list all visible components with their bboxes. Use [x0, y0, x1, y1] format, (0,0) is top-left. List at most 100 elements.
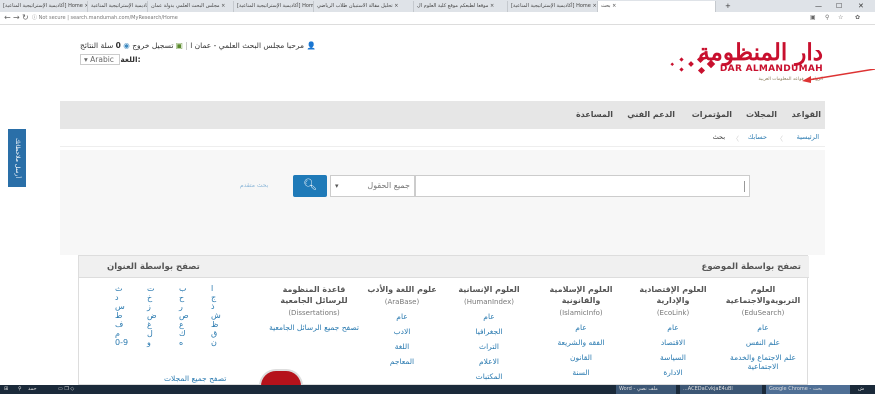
text-cursor	[744, 181, 745, 192]
subject-link[interactable]: الفقه والشريعة	[541, 338, 621, 347]
letter-link[interactable]: 0-9	[115, 338, 128, 347]
letter-link[interactable]: ت	[147, 284, 155, 293]
nav-databases[interactable]: القواعد	[792, 110, 821, 119]
letter-link[interactable]: ث	[115, 284, 123, 293]
search-button[interactable]: 🔍︎	[293, 175, 327, 197]
letter-link[interactable]: ن	[211, 338, 217, 347]
subject-link[interactable]: علم النفس	[723, 338, 803, 347]
task-view-icon[interactable]: ▭ ❐ ◇	[58, 386, 74, 392]
letter-link[interactable]: خ	[147, 293, 152, 302]
back-icon[interactable]: ←	[4, 13, 11, 22]
letter-link[interactable]: ظ	[211, 320, 218, 329]
letter-link[interactable]: ك	[179, 329, 186, 338]
browse-all-journals-link[interactable]: تصفح جميع المجلات	[164, 374, 226, 383]
subject-link[interactable]: السياسة	[633, 353, 713, 362]
nav-support[interactable]: الدعم الفني	[627, 110, 675, 119]
breadcrumb-home[interactable]: الرئيسية	[797, 133, 819, 141]
browser-tab-active[interactable]: بحث ×	[598, 1, 716, 12]
url-field[interactable]: ⓘ Not secure | search.mandumah.com/MyRes…	[32, 14, 178, 23]
letter-link[interactable]: و	[147, 338, 151, 347]
new-tab-button[interactable]: +	[725, 0, 731, 12]
language-select[interactable]: ▾ Arabic	[80, 54, 121, 65]
subject-link[interactable]: المكتبات	[449, 372, 529, 381]
letter-link[interactable]: ص	[179, 311, 189, 320]
address-bar: ← → ↻ ⓘ Not secure | search.mandumah.com…	[0, 12, 875, 25]
letter-link[interactable]: ط	[115, 311, 122, 320]
start-icon[interactable]: ⊞	[4, 386, 8, 392]
minimize-button[interactable]: —	[815, 0, 822, 12]
letter-link[interactable]: ق	[211, 329, 217, 338]
subject-link[interactable]: عام	[541, 323, 621, 332]
nav-journals[interactable]: المجلات	[746, 110, 777, 119]
letter-link[interactable]: ج	[211, 293, 216, 302]
taskbar-app-word[interactable]: Word - ملف نصي	[616, 385, 676, 394]
subject-link[interactable]: الجغرافيا	[449, 327, 529, 336]
taskbar-app-chrome[interactable]: Google Chrome - بحث	[766, 385, 850, 394]
letter-row: ق ك ل م	[83, 329, 243, 338]
bookmark-star-icon[interactable]: ☆	[838, 14, 843, 21]
browser-tab[interactable]: [أكاديمية الإستراتيجية المناعية] Home ×	[234, 1, 314, 12]
letter-link[interactable]: ه	[179, 338, 183, 347]
letter-link[interactable]: ح	[179, 293, 184, 302]
url-text[interactable]: search.mandumah.com/MyResearch/Home	[70, 15, 177, 21]
subject-link[interactable]: الادارة	[633, 368, 713, 377]
letter-link[interactable]: د	[115, 293, 119, 302]
browser-tab[interactable]: مجلس البحث العلمي بدولة عمان ×	[148, 1, 234, 12]
letter-link[interactable]: ا	[211, 284, 213, 293]
close-window-button[interactable]: ✕	[858, 0, 864, 12]
letter-link[interactable]: ز	[147, 302, 151, 311]
browser-tab[interactable]: تحليل مقالة الاستبيان طلاب الرياضي ×	[314, 1, 414, 12]
cart-link[interactable]: سلة النتائج	[80, 41, 113, 50]
site-logo[interactable]: دار المنظومة	[698, 39, 823, 66]
subject-link[interactable]: المعاجم	[367, 357, 437, 366]
letter-link[interactable]: م	[115, 329, 120, 338]
search-field-select[interactable]: جميع الحقول ▾	[330, 175, 415, 197]
letter-link[interactable]: س	[115, 302, 125, 311]
letter-link[interactable]: ل	[147, 329, 153, 338]
browser-tab[interactable]: موقعا لطبعكم موقع كلية العلوم ال ×	[414, 1, 508, 12]
extension-icon[interactable]: ✿	[855, 14, 860, 21]
nav-help[interactable]: المساعدة	[576, 110, 613, 119]
subject-link[interactable]: التراث	[449, 342, 529, 351]
letter-link[interactable]: ر	[179, 302, 183, 311]
letter-link[interactable]: ف	[115, 320, 123, 329]
letter-link[interactable]: غ	[147, 320, 152, 329]
subject-link[interactable]: القانون	[541, 353, 621, 362]
subject-link[interactable]: تصفح جميع الرسائل الجامعية	[269, 323, 359, 333]
zoom-icon[interactable]: ⚲	[825, 14, 829, 21]
subject-link[interactable]: الاقتصاد	[633, 338, 713, 347]
letter-link[interactable]: ع	[179, 320, 184, 329]
letter-link[interactable]: ش	[211, 311, 221, 320]
browser-tab[interactable]: أكاديمية الإستراتيجية المناعية ×	[88, 1, 148, 12]
translate-icon[interactable]: ▣	[810, 14, 816, 21]
taskbar-search-icon[interactable]: ⚲	[18, 386, 22, 392]
maximize-button[interactable]: ☐	[836, 0, 842, 12]
breadcrumb-account[interactable]: حسابك	[748, 133, 767, 141]
nav-conferences[interactable]: المؤتمرات	[692, 110, 732, 119]
subject-link[interactable]: عام	[367, 312, 437, 321]
subject-link[interactable]: عام	[633, 323, 713, 332]
subject-link[interactable]: السنة	[541, 368, 621, 377]
search-input[interactable]	[415, 175, 750, 197]
subject-link[interactable]: اللغة	[367, 342, 437, 351]
letter-link[interactable]: ب	[179, 284, 187, 293]
subject-link[interactable]: علم الاجتماع والخدمة الاجتماعية	[723, 353, 803, 371]
browser-tab[interactable]: [أكاديمية الإستراتيجية المناعية] Home ×	[508, 1, 598, 12]
subject-link[interactable]: الادب	[367, 327, 437, 336]
chevron-down-icon: ▾	[335, 182, 339, 190]
reload-icon[interactable]: ↻	[22, 13, 29, 22]
taskbar-app-file[interactable]: ...ACEDaCvkjaE4uBl	[680, 385, 762, 394]
subject-link[interactable]: عام	[723, 323, 803, 332]
logout-link[interactable]: تسجيل خروج	[132, 41, 173, 50]
letter-link[interactable]: ذ	[211, 302, 215, 311]
forward-icon[interactable]: →	[13, 13, 20, 22]
feedback-tab[interactable]: أرسل ملاحظاتك	[8, 129, 26, 187]
taskbar-search-text[interactable]: حمد	[28, 386, 37, 392]
letter-link[interactable]: ض	[147, 311, 157, 320]
taskbar-clock: ش	[858, 386, 865, 392]
browser-tab[interactable]: [أكاديمية الإستراتيجية المناعية] Home ×	[0, 1, 88, 12]
advanced-search-link[interactable]: بحث متقدم	[240, 182, 268, 189]
subject-link[interactable]: الاعلام	[449, 357, 529, 366]
site-header: دار المنظومة DAR ALMANDUMAH الرواد في قو…	[60, 25, 825, 100]
subject-link[interactable]: عام	[449, 312, 529, 321]
